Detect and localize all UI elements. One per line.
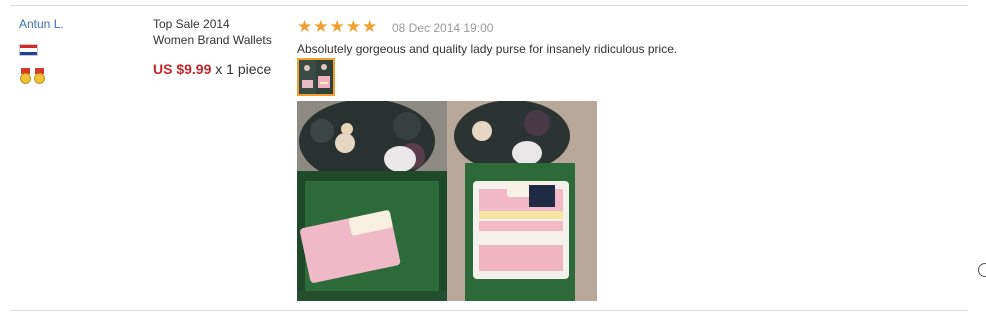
- buyer-name-link[interactable]: Antun L.: [19, 17, 64, 31]
- scroll-handle[interactable]: [978, 263, 986, 277]
- review-photo-thumbnail[interactable]: [297, 58, 335, 96]
- product-quantity: x 1 piece: [215, 61, 272, 77]
- buyer-badges: [20, 68, 45, 85]
- medal-icon: [34, 68, 45, 85]
- review-photo[interactable]: [297, 101, 597, 301]
- product-title: Top Sale 2014 Women Brand Wallets: [153, 16, 283, 48]
- bottom-divider: [10, 310, 968, 311]
- star-icon: ★: [329, 17, 345, 36]
- star-icon: ★: [313, 17, 329, 36]
- product-title-line: Women Brand Wallets: [153, 33, 272, 47]
- review-text: Absolutely gorgeous and quality lady pur…: [297, 42, 678, 56]
- top-divider: [10, 5, 968, 6]
- star-icon: ★: [362, 17, 378, 36]
- product-title-line: Top Sale 2014: [153, 17, 230, 31]
- price-line: US $9.99 x 1 piece: [153, 61, 271, 77]
- star-icon: ★: [297, 17, 313, 36]
- review-date: 08 Dec 2014 19:00: [392, 21, 494, 35]
- croatia-flag-icon: [19, 44, 38, 56]
- star-rating: ★ ★ ★ ★ ★: [297, 18, 377, 35]
- product-price: US $9.99: [153, 61, 212, 77]
- wallet-photo-image: [297, 101, 597, 301]
- star-icon: ★: [345, 17, 361, 36]
- thumbnail-image: [299, 60, 333, 94]
- medal-icon: [20, 68, 31, 85]
